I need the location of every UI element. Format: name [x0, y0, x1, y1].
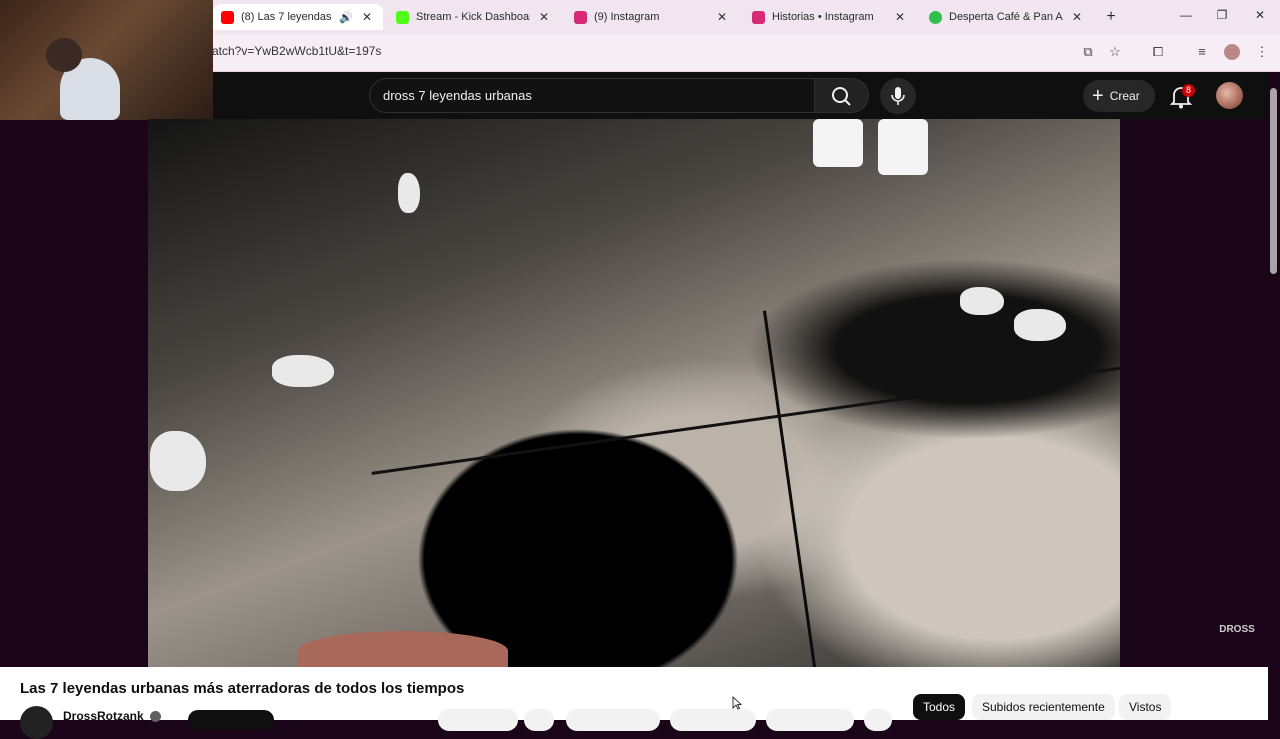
video-frame-detail [272, 355, 334, 387]
close-tab-icon[interactable]: ✕ [359, 10, 375, 24]
close-tab-icon[interactable]: ✕ [892, 10, 908, 24]
close-tab-icon[interactable]: ✕ [714, 10, 730, 24]
restore-icon[interactable]: ❐ [1212, 8, 1232, 26]
video-frame-detail [398, 173, 420, 213]
tab-title: Historias • Instagram [772, 11, 874, 23]
install-app-icon[interactable]: ⧉ [1080, 44, 1096, 60]
voice-search-button[interactable] [880, 78, 916, 114]
new-tab-button[interactable]: + [1099, 4, 1123, 30]
video-title: Las 7 leyendas urbanas más aterradoras d… [20, 680, 465, 697]
extensions-icon[interactable]: ⧠ [1150, 44, 1166, 60]
save-button[interactable] [670, 709, 756, 731]
media-controls-icon[interactable]: ≡ [1194, 44, 1210, 60]
tab-instagram-stories[interactable]: Historias • Instagram ✕ [744, 4, 916, 30]
search-button[interactable] [815, 78, 869, 113]
more-actions-button[interactable] [864, 709, 892, 731]
url-field[interactable]: atch?v=YwB2wWcb1tU&t=197s [212, 44, 381, 58]
chip-watched[interactable]: Vistos [1119, 694, 1172, 720]
tab-desperta[interactable]: Desperta Café & Pan Artes ✕ [921, 4, 1093, 30]
video-frame-detail [298, 631, 508, 667]
close-window-icon[interactable]: ✕ [1250, 8, 1270, 26]
youtube-icon [221, 10, 234, 24]
notification-badge: 8 [1182, 84, 1195, 97]
webcam-overlay [0, 0, 213, 120]
chip-recently-uploaded[interactable]: Subidos recientemente [972, 694, 1115, 720]
video-frame-detail [1014, 309, 1066, 341]
create-button[interactable]: + Crear [1083, 80, 1155, 112]
tab-instagram[interactable]: (9) Instagram ✕ [566, 4, 738, 30]
create-label: Crear [1109, 89, 1140, 103]
video-watermark: DROSS [1219, 624, 1255, 635]
plus-icon: + [1092, 85, 1104, 107]
share-button[interactable] [524, 709, 554, 731]
tab-title: Desperta Café & Pan Artes [949, 11, 1063, 23]
tab-title: (9) Instagram [594, 11, 660, 23]
tab-title: Stream - Kick Dashboard [416, 11, 530, 23]
search-query-text: dross 7 leyendas urbanas [383, 88, 532, 103]
webcam-person-head [46, 38, 82, 72]
tab-kick[interactable]: Stream - Kick Dashboard ✕ [388, 4, 560, 30]
download-button[interactable] [766, 709, 854, 731]
video-frame-detail [878, 119, 928, 175]
site-icon [929, 10, 942, 24]
video-frame-detail [150, 431, 206, 491]
kick-icon [396, 10, 409, 24]
instagram-icon [752, 10, 765, 24]
verified-badge-icon [150, 711, 161, 722]
instagram-icon [574, 10, 587, 24]
video-frame-detail [813, 119, 863, 167]
video-frame [148, 119, 1120, 667]
close-tab-icon[interactable]: ✕ [536, 10, 552, 24]
search-icon [832, 87, 851, 106]
scrollbar-thumb[interactable] [1270, 88, 1277, 274]
bookmark-star-icon[interactable]: ☆ [1107, 44, 1123, 60]
mouse-cursor-icon [732, 696, 742, 710]
channel-name[interactable]: DrossRotzank [63, 709, 144, 723]
microphone-icon [891, 87, 905, 105]
tab-title: (8) Las 7 leyendas urba [241, 11, 335, 23]
menu-kebab-icon[interactable]: ⋮ [1254, 44, 1270, 60]
like-dislike-button[interactable] [438, 709, 518, 731]
speaker-icon[interactable]: 🔊 [339, 11, 353, 24]
channel-avatar[interactable] [20, 706, 53, 739]
account-avatar[interactable] [1216, 82, 1243, 109]
minimize-icon[interactable]: — [1176, 8, 1196, 26]
close-tab-icon[interactable]: ✕ [1069, 10, 1085, 24]
clip-button[interactable] [566, 709, 660, 731]
profile-avatar-icon[interactable] [1224, 44, 1240, 60]
video-player[interactable] [148, 119, 1120, 667]
subscribe-button[interactable] [188, 710, 274, 730]
tab-youtube[interactable]: (8) Las 7 leyendas urba 🔊 ✕ [213, 4, 383, 30]
chip-all[interactable]: Todos [913, 694, 966, 720]
video-frame-detail [960, 287, 1004, 315]
